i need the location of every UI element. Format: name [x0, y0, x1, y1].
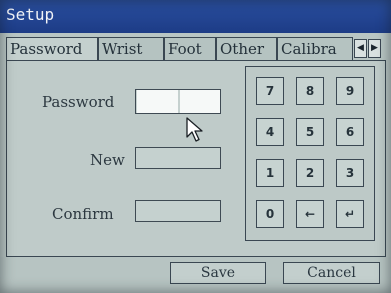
cancel-button[interactable]: Cancel	[283, 262, 380, 284]
key-3[interactable]: 3	[336, 159, 364, 187]
tab-other[interactable]: Other	[216, 37, 277, 60]
title-bar: Setup	[0, 0, 391, 33]
setup-screen: Setup Password Wrist Foot Other Calibra …	[0, 0, 391, 293]
enter-key[interactable]: ↵	[336, 200, 364, 228]
tab-wrist[interactable]: Wrist	[98, 37, 164, 60]
save-button[interactable]: Save	[170, 262, 266, 284]
numeric-keypad: 7 8 9 4 5 6 1 2 3 0 ← ↵	[245, 66, 375, 241]
triangle-right-icon[interactable]: ▶	[368, 39, 381, 58]
triangle-left-icon[interactable]: ◀	[354, 39, 367, 58]
tab-calibration[interactable]: Calibra	[277, 37, 353, 60]
new-password-field[interactable]	[135, 147, 221, 169]
password-field[interactable]	[135, 89, 221, 114]
password-digit-cell	[137, 90, 178, 113]
key-7[interactable]: 7	[256, 77, 284, 105]
password-digit-cell	[180, 90, 220, 113]
key-1[interactable]: 1	[256, 159, 284, 187]
backspace-key[interactable]: ←	[296, 200, 324, 228]
key-8[interactable]: 8	[296, 77, 324, 105]
key-0[interactable]: 0	[256, 200, 284, 228]
mouse-pointer-icon	[186, 117, 203, 142]
key-4[interactable]: 4	[256, 118, 284, 146]
tab-strip: Password Wrist Foot Other Calibra ◀ ▶	[6, 37, 386, 61]
key-5[interactable]: 5	[296, 118, 324, 146]
tab-password[interactable]: Password	[6, 37, 98, 61]
password-label: Password	[42, 93, 115, 111]
key-2[interactable]: 2	[296, 159, 324, 187]
new-password-label: New	[90, 151, 125, 169]
tab-foot[interactable]: Foot	[164, 37, 216, 60]
key-6[interactable]: 6	[336, 118, 364, 146]
window-title: Setup	[6, 5, 55, 24]
key-9[interactable]: 9	[336, 77, 364, 105]
confirm-password-label: Confirm	[52, 205, 114, 223]
confirm-password-field[interactable]	[135, 200, 221, 222]
